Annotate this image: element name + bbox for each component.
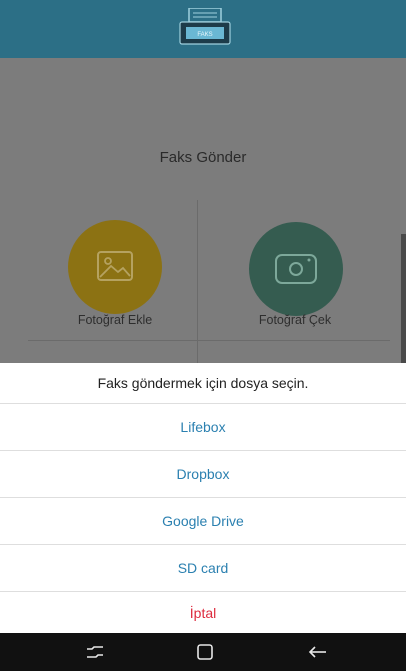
recent-apps-icon[interactable]	[84, 642, 106, 662]
app-header: FAKS	[0, 0, 406, 58]
page-title: Faks Gönder	[159, 149, 247, 166]
option-google-drive[interactable]: Google Drive	[0, 497, 406, 544]
home-icon[interactable]	[194, 642, 216, 662]
add-photo-button[interactable]	[68, 220, 162, 314]
back-icon[interactable]	[307, 642, 329, 662]
vertical-divider	[197, 200, 198, 363]
take-photo-label: Fotoğraf Çek	[258, 313, 332, 327]
add-photo-label: Fotoğraf Ekle	[77, 313, 153, 327]
option-dropbox[interactable]: Dropbox	[0, 450, 406, 497]
cancel-button[interactable]: İptal	[0, 591, 406, 633]
sheet-title: Faks göndermek için dosya seçin.	[97, 375, 309, 391]
file-source-sheet: Faks göndermek için dosya seçin. Lifebox…	[0, 363, 406, 633]
android-nav-bar	[0, 633, 406, 671]
camera-icon	[275, 254, 317, 284]
fax-page-background: Faks Gönder Fotoğraf Ekle Fotoğraf Çek	[0, 58, 406, 372]
horizontal-divider	[28, 340, 390, 341]
take-photo-button[interactable]	[249, 222, 343, 316]
option-lifebox[interactable]: Lifebox	[0, 403, 406, 450]
option-sd-card[interactable]: SD card	[0, 544, 406, 591]
image-icon	[97, 251, 133, 281]
fax-logo-text: FAKS	[197, 32, 212, 38]
edge-panel-handle[interactable]	[401, 234, 406, 372]
fax-icon: FAKS	[179, 8, 231, 45]
